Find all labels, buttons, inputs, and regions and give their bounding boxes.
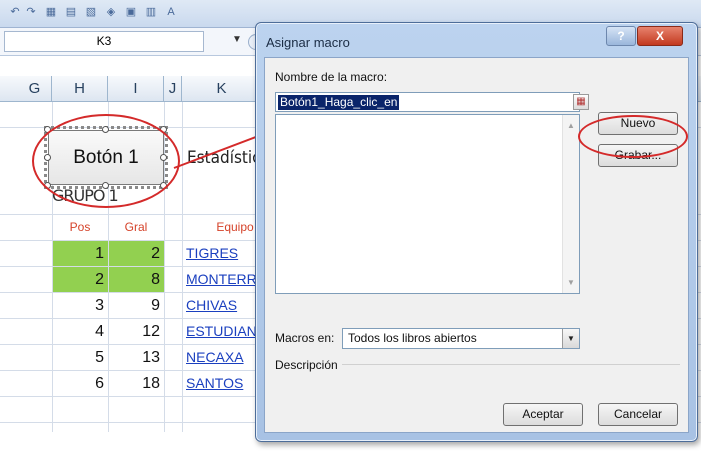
close-icon: X (655, 29, 664, 43)
annotation-ellipse-button (32, 114, 180, 208)
close-button[interactable]: X (637, 26, 683, 46)
description-separator (342, 364, 680, 365)
macro-name-input[interactable]: Botón1_Haga_clic_en ▦ (275, 92, 589, 112)
macros-in-select[interactable]: Todos los libros abiertos ▼ (342, 328, 580, 349)
chevron-down-icon[interactable]: ▼ (562, 329, 579, 348)
macro-list[interactable]: ▲ ▼ (275, 114, 580, 294)
assign-macro-dialog: Asignar macro ? X Nombre de la macro: Bo… (255, 22, 698, 442)
scroll-up-icon[interactable]: ▲ (567, 121, 575, 130)
scroll-down-icon[interactable]: ▼ (567, 278, 575, 287)
macro-name-value: Botón1_Haga_clic_en (278, 95, 400, 110)
dialog-body: Nombre de la macro: Botón1_Haga_clic_en … (264, 57, 689, 433)
help-icon: ? (617, 29, 625, 43)
select-range-icon[interactable]: ▦ (573, 94, 589, 110)
description-label: Descripción (275, 358, 338, 372)
dialog-title: Asignar macro (266, 35, 350, 50)
cancel-button[interactable]: Cancelar (598, 403, 678, 426)
ok-button[interactable]: Aceptar (503, 403, 583, 426)
macros-in-label: Macros en: (275, 331, 335, 345)
list-scrollbar[interactable]: ▲ ▼ (562, 115, 579, 293)
macro-name-label: Nombre de la macro: (275, 70, 388, 84)
annotation-ellipse-record (578, 115, 688, 158)
help-button[interactable]: ? (606, 26, 636, 46)
macros-in-value: Todos los libros abiertos (348, 331, 477, 345)
